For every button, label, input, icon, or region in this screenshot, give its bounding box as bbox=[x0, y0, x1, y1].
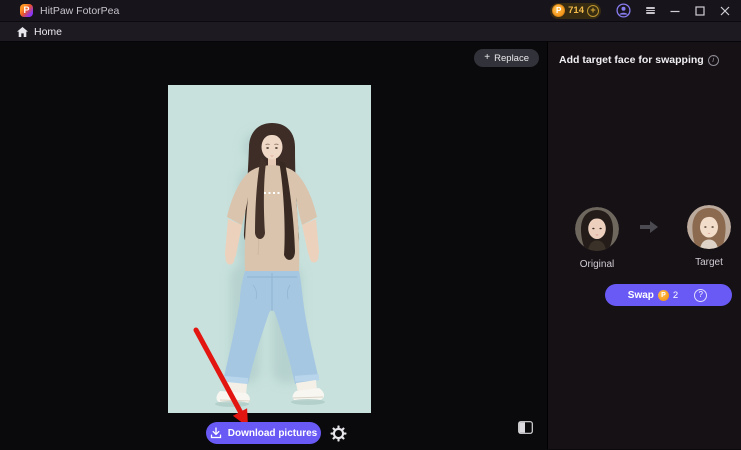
tab-bar: Home bbox=[0, 22, 741, 42]
swap-cost: 2 bbox=[672, 289, 679, 301]
editor-canvas: + Replace Download pictures bbox=[0, 42, 547, 449]
gear-icon bbox=[330, 425, 346, 441]
panel-title-text: Add target face for swapping bbox=[559, 54, 704, 66]
plus-icon: + bbox=[484, 52, 491, 63]
titlebar-right-cluster: P 714 + bbox=[550, 2, 741, 19]
menu-icon[interactable] bbox=[646, 6, 655, 15]
minimize-icon[interactable] bbox=[670, 6, 680, 16]
tab-home[interactable]: Home bbox=[17, 26, 62, 38]
app-window: P HitPaw FotorPea P 714 + Home + Replace… bbox=[0, 0, 741, 450]
settings-button[interactable] bbox=[329, 424, 347, 442]
download-icon bbox=[210, 427, 221, 439]
maximize-icon[interactable] bbox=[695, 5, 705, 16]
app-title: HitPaw FotorPea bbox=[40, 4, 120, 17]
coin-balance-badge[interactable]: P 714 + bbox=[550, 2, 601, 19]
compare-split-icon bbox=[518, 420, 533, 434]
swap-direction-arrow-icon bbox=[640, 221, 658, 233]
swap-button[interactable]: Swap P 2 ? bbox=[605, 284, 732, 306]
download-pictures-button[interactable]: Download pictures bbox=[206, 422, 321, 444]
original-face-thumbnail[interactable] bbox=[575, 207, 619, 251]
panel-title: Add target face for swapping i bbox=[559, 54, 719, 66]
add-coins-icon[interactable]: + bbox=[587, 4, 599, 17]
swap-coin-icon: P bbox=[657, 289, 669, 301]
account-icon[interactable] bbox=[616, 3, 631, 18]
home-tab-label: Home bbox=[34, 25, 63, 38]
compare-view-button[interactable] bbox=[517, 419, 534, 435]
coin-icon: P bbox=[552, 4, 566, 17]
download-button-label: Download pictures bbox=[227, 427, 318, 439]
replace-button[interactable]: + Replace bbox=[474, 49, 539, 67]
app-logo-icon: P bbox=[20, 4, 33, 17]
replace-button-label: Replace bbox=[494, 52, 529, 64]
info-icon[interactable]: i bbox=[707, 54, 719, 66]
target-face-thumbnail[interactable] bbox=[687, 205, 731, 249]
target-label: Target bbox=[695, 257, 723, 268]
swap-button-label: Swap bbox=[627, 289, 654, 301]
home-icon bbox=[17, 26, 28, 37]
main-area: + Replace Download pictures Add target f… bbox=[0, 42, 741, 449]
original-label: Original bbox=[579, 259, 615, 270]
titlebar: P HitPaw FotorPea P 714 + bbox=[0, 0, 741, 22]
help-icon[interactable]: ? bbox=[694, 288, 708, 302]
edited-photo[interactable] bbox=[168, 85, 371, 413]
face-swap-panel: Add target face for swapping i Original … bbox=[547, 42, 741, 449]
coin-count: 714 bbox=[568, 5, 584, 16]
close-icon[interactable] bbox=[720, 6, 730, 16]
